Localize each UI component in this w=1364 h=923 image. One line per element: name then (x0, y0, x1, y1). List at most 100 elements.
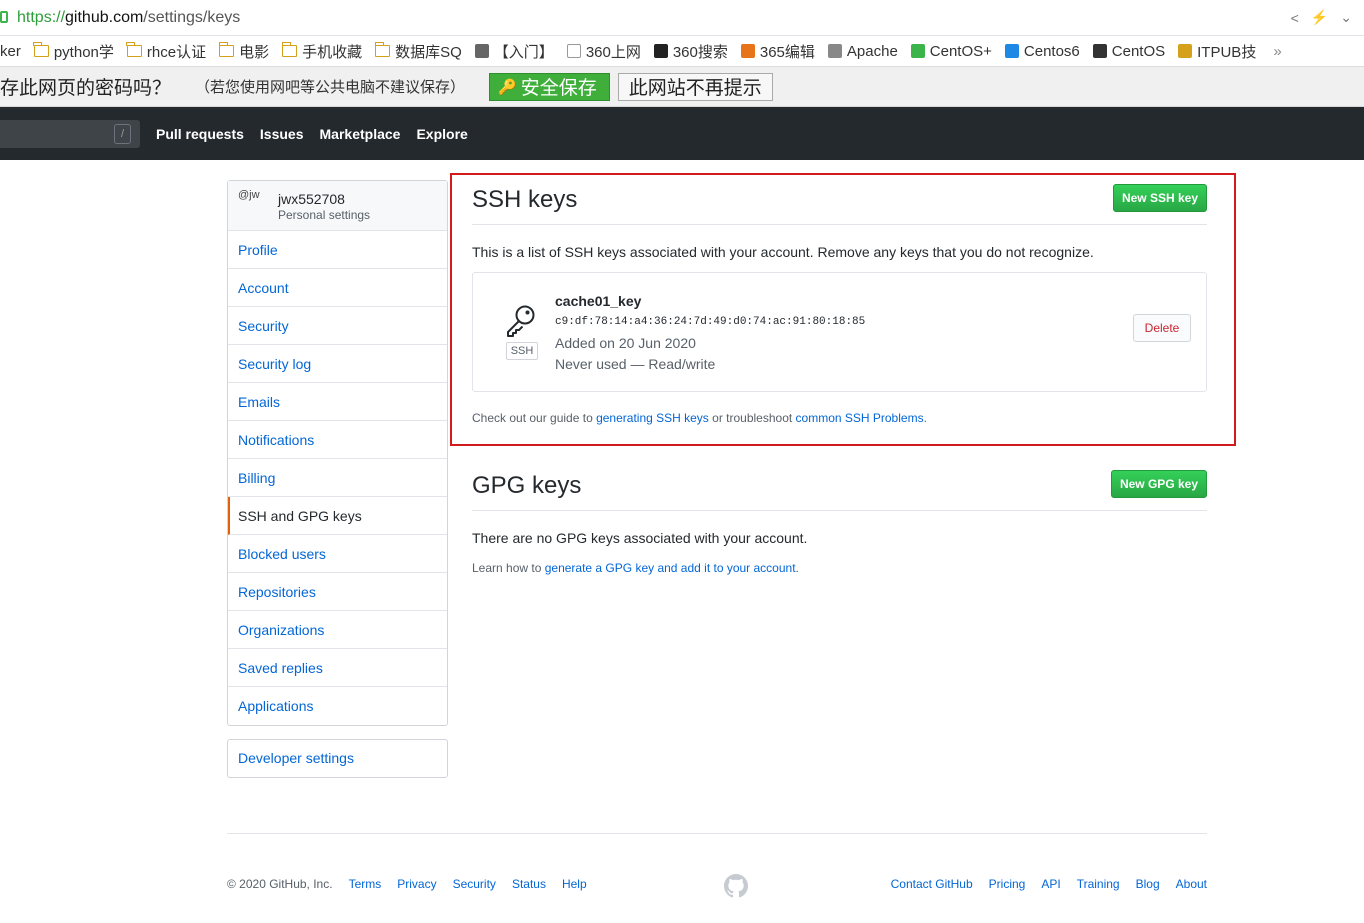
bookmark-item[interactable]: 手机收藏 (281, 41, 363, 62)
site-icon (474, 44, 489, 58)
bookmark-label: 360上网 (585, 43, 641, 61)
bookmark-item[interactable]: Apache (827, 42, 898, 60)
page-icon (566, 44, 581, 58)
ssh-keys-description: This is a list of SSH keys associated wi… (472, 244, 1094, 260)
gpg-empty-text: There are no GPG keys associated with yo… (472, 530, 808, 546)
footer-link-blog[interactable]: Blog (1136, 877, 1160, 891)
bookmark-item[interactable]: rhce认证 (126, 41, 207, 62)
bookmark-label: ker (0, 42, 21, 60)
sidebar-item-emails[interactable]: Emails (228, 383, 447, 421)
site-icon (910, 44, 925, 58)
footer-link-contact[interactable]: Contact GitHub (891, 877, 973, 891)
divider (472, 510, 1207, 511)
gpg-learn-text: Learn how to generate a GPG key and add … (472, 561, 799, 575)
bookmark-item[interactable]: 365编辑 (740, 41, 815, 62)
generating-ssh-keys-link[interactable]: generating SSH keys (596, 411, 709, 425)
bookmark-label: CentOS (1111, 42, 1166, 60)
key-fingerprint: c9:df:78:14:a4:36:24:7d:49:d0:74:ac:91:8… (555, 316, 866, 328)
sidebar-item-notifications[interactable]: Notifications (228, 421, 447, 459)
sidebar-item-organizations[interactable]: Organizations (228, 611, 447, 649)
new-gpg-key-button[interactable]: New GPG key (1111, 470, 1207, 498)
github-logo-icon[interactable] (724, 874, 748, 898)
key-usage: Never used — Read/write (555, 356, 716, 372)
bookmark-label: Apache (846, 42, 898, 60)
bolt-icon[interactable]: ⚡ (1311, 9, 1328, 26)
username[interactable]: jwx552708 (278, 191, 345, 207)
sidebar-item-account[interactable]: Account (228, 269, 447, 307)
bookmark-label: Centos6 (1023, 42, 1080, 60)
bookmark-label: ITPUB技 (1197, 43, 1257, 61)
bookmark-item[interactable]: 【入门】 (474, 41, 554, 62)
bookmark-item[interactable]: CentOS (1092, 42, 1166, 60)
nav-issues[interactable]: Issues (260, 126, 304, 142)
bookmark-item[interactable]: python学 (33, 41, 114, 62)
sidebar-item-billing[interactable]: Billing (228, 459, 447, 497)
sidebar-item-developer-settings[interactable]: Developer settings (227, 739, 448, 778)
address-bar[interactable]: https://github.com/settings/keys < ⚡ ⌄ (0, 0, 1364, 36)
save-password-label: 安全保存 (520, 78, 597, 99)
site-icon (653, 44, 668, 58)
copyright: © 2020 GitHub, Inc. (227, 877, 333, 891)
bookmark-label: 手机收藏 (302, 43, 363, 61)
bookmark-item[interactable]: 360搜索 (653, 41, 728, 62)
ssh-keys-title: SSH keys (472, 186, 578, 213)
settings-sidebar: @jw jwx552708 Personal settings Profile A… (227, 180, 448, 726)
site-icon (740, 44, 755, 58)
footer-link-about[interactable]: About (1176, 877, 1207, 891)
password-save-note: （若您使用网吧等公共电脑不建议保存） (195, 79, 466, 96)
footer-link-security[interactable]: Security (453, 877, 496, 891)
footer-link-terms[interactable]: Terms (349, 877, 382, 891)
bookmark-item[interactable]: CentOS+ (910, 42, 992, 60)
footer-link-status[interactable]: Status (512, 877, 546, 891)
footer-link-pricing[interactable]: Pricing (989, 877, 1026, 891)
personal-settings-label: Personal settings (278, 208, 371, 222)
sidebar-item-ssh-and-gpg-keys[interactable]: SSH and GPG keys (228, 497, 447, 535)
site-icon (1092, 44, 1107, 58)
avatar[interactable]: @jw (238, 190, 270, 222)
footer-link-privacy[interactable]: Privacy (397, 877, 436, 891)
folder-icon (218, 42, 235, 57)
bookmark-label: rhce认证 (146, 43, 207, 61)
password-save-bar: 存此网页的密码吗？ （若您使用网吧等公共电脑不建议保存） 🔑 安全保存 此网站不… (0, 67, 1364, 107)
common-ssh-problems-link[interactable]: common SSH Problems (796, 411, 924, 425)
key-added-date: Added on 20 Jun 2020 (555, 335, 696, 351)
new-ssh-key-button[interactable]: New SSH key (1113, 184, 1207, 212)
save-password-button[interactable]: 🔑 安全保存 (489, 72, 610, 101)
footer-right: Contact GitHub Pricing API Training Blog… (891, 877, 1207, 891)
bookmark-item[interactable]: Centos6 (1004, 42, 1080, 60)
sidebar-item-saved-replies[interactable]: Saved replies (228, 649, 447, 687)
key-icon: 🔑 (498, 78, 517, 96)
sidebar-item-security[interactable]: Security (228, 307, 447, 345)
sidebar-item-repositories[interactable]: Repositories (228, 573, 447, 611)
ssh-badge: SSH (506, 342, 538, 360)
folder-icon (374, 42, 391, 57)
sidebar-item-profile[interactable]: Profile (228, 231, 447, 269)
folder-icon (33, 42, 49, 57)
address-bar-icons: < ⚡ ⌄ (1291, 9, 1352, 26)
nav-marketplace[interactable]: Marketplace (320, 126, 401, 142)
chevron-down-icon[interactable]: ⌄ (1340, 9, 1352, 26)
bookmark-item[interactable]: 电影 (218, 41, 269, 62)
bookmark-item[interactable]: 360上网 (566, 41, 641, 62)
footer-link-help[interactable]: Help (562, 877, 587, 891)
footer-link-training[interactable]: Training (1077, 877, 1120, 891)
sidebar-item-applications[interactable]: Applications (228, 687, 447, 725)
nav-explore[interactable]: Explore (416, 126, 467, 142)
generate-gpg-key-link[interactable]: generate a GPG key and add it to your ac… (545, 561, 796, 575)
share-icon[interactable]: < (1291, 10, 1299, 26)
sidebar-item-blocked-users[interactable]: Blocked users (228, 535, 447, 573)
bookmark-label: CentOS+ (929, 42, 992, 60)
never-save-button[interactable]: 此网站不再提示 (617, 72, 773, 101)
bookmark-item[interactable]: ker (0, 43, 21, 60)
bookmark-item[interactable]: ITPUB技 (1178, 41, 1256, 62)
bookmark-item[interactable]: 数据库SQ (374, 41, 462, 62)
sidebar-item-security-log[interactable]: Security log (228, 345, 447, 383)
password-save-question: 存此网页的密码吗？ (0, 78, 172, 99)
bookmarks-more-icon[interactable]: » (1273, 43, 1281, 60)
url-text[interactable]: https://github.com/settings/keys (17, 9, 240, 27)
footer-divider (227, 833, 1207, 834)
key-name: cache01_key (555, 293, 642, 309)
delete-key-button[interactable]: Delete (1133, 314, 1191, 342)
footer-link-api[interactable]: API (1041, 877, 1060, 891)
nav-pull-requests[interactable]: Pull requests (156, 126, 244, 142)
